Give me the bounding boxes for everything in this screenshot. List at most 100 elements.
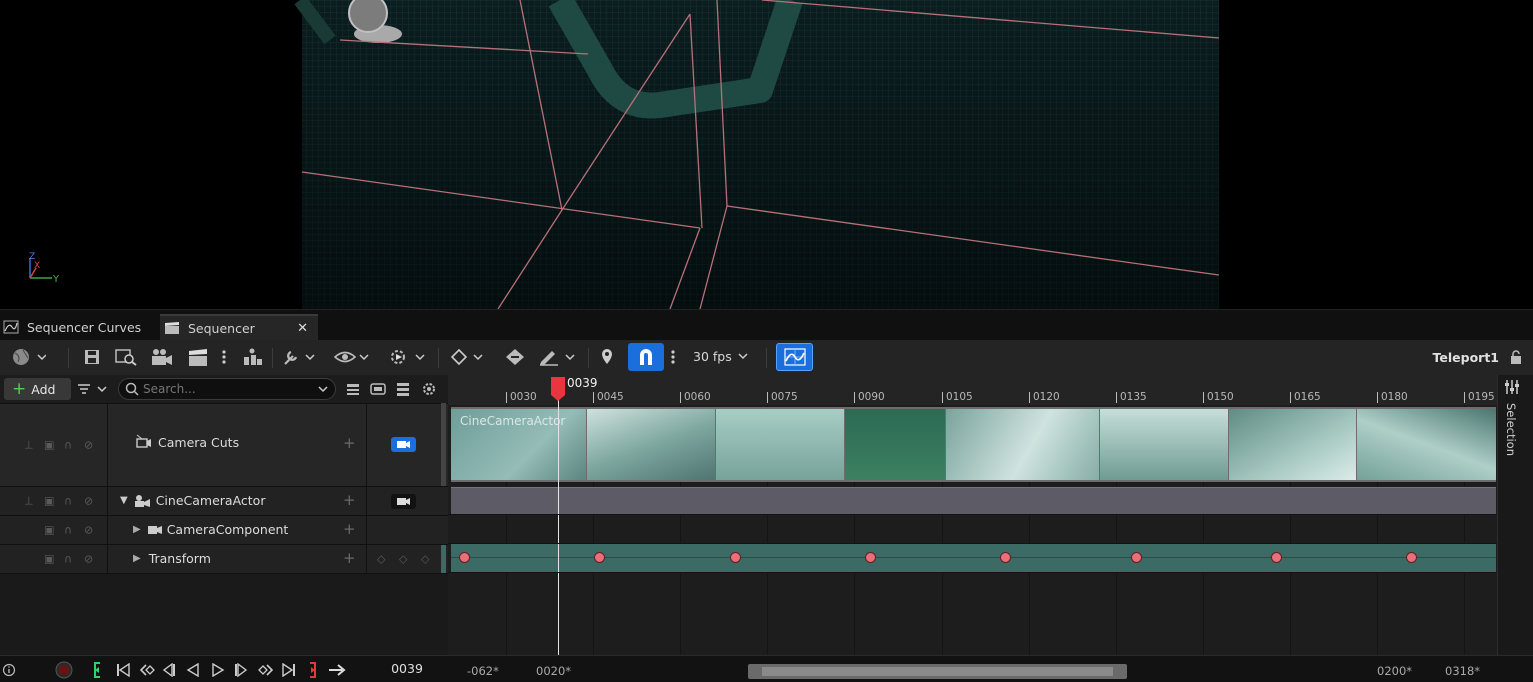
- group-button[interactable]: [368, 378, 388, 400]
- lock-icon[interactable]: ▣: [44, 524, 54, 537]
- filter-button[interactable]: [76, 378, 110, 400]
- headphones-icon[interactable]: ∩: [64, 553, 72, 566]
- time-ruler[interactable]: 0030 0045 0060 0075 0090 0105 0120 0135 0150 0165…: [448, 375, 1497, 405]
- level-viewport[interactable]: Z X Y: [0, 0, 1533, 309]
- lock-icon[interactable]: ▣: [44, 495, 54, 508]
- playback-range-start[interactable]: 0020*: [536, 664, 571, 678]
- search-input[interactable]: [143, 382, 313, 396]
- headphones-icon[interactable]: ∩: [64, 524, 72, 537]
- render-movie-button[interactable]: [149, 345, 175, 369]
- timeline-area[interactable]: 0030 0045 0060 0075 0090 0105 0120 0135 0150 0165…: [448, 375, 1497, 655]
- snapping-options-button[interactable]: [666, 345, 680, 369]
- add-key-button[interactable]: +: [343, 434, 356, 452]
- auto-key-button[interactable]: [502, 345, 528, 369]
- scrollbar-thumb[interactable]: [762, 667, 1113, 676]
- next-key-button[interactable]: [258, 660, 274, 680]
- keyframe[interactable]: [1271, 552, 1282, 563]
- loop-mode-button[interactable]: [328, 660, 348, 680]
- mute-icon[interactable]: ⊘: [84, 495, 93, 508]
- curve-editor-toggle[interactable]: [776, 343, 813, 371]
- save-button[interactable]: [81, 345, 103, 369]
- fps-dropdown-arrow[interactable]: [736, 345, 750, 369]
- timeline-scrollbar[interactable]: [748, 664, 1127, 679]
- play-reverse-button[interactable]: [186, 660, 202, 680]
- keyframe[interactable]: [1131, 552, 1142, 563]
- keyframe[interactable]: [459, 552, 470, 563]
- marker-button[interactable]: [598, 345, 616, 369]
- tab-sequencer[interactable]: Sequencer ✕: [160, 314, 318, 341]
- track-row-camera-cuts[interactable]: ⊥ ▣ ∩ ⊘ Camera Cuts +: [0, 403, 448, 486]
- jump-to-start-button[interactable]: [116, 660, 132, 680]
- lock-icon[interactable]: ▣: [44, 439, 54, 452]
- tab-sequencer-curves[interactable]: Sequencer Curves: [0, 314, 158, 341]
- track-row-cine-camera-actor[interactable]: ⊥ ▣ ∩ ⊘ ▼ CineCameraActor +: [0, 486, 448, 515]
- keyframe[interactable]: [1000, 552, 1011, 563]
- collapse-button[interactable]: [344, 378, 362, 400]
- current-frame-field[interactable]: 0039: [372, 661, 442, 676]
- track-row-camera-component[interactable]: ▣ ∩ ⊘ ▶ CameraComponent +: [0, 515, 448, 544]
- snapping-toggle[interactable]: [628, 343, 664, 371]
- view-range-end[interactable]: 0318*: [1445, 664, 1480, 678]
- key-interp-button[interactable]: [448, 345, 488, 369]
- pin-icon[interactable]: ⊥: [24, 439, 34, 452]
- sliders-button[interactable]: [1502, 377, 1522, 397]
- record-button[interactable]: [54, 660, 76, 680]
- fps-dropdown[interactable]: 30 fps: [693, 349, 732, 364]
- next-key-icon[interactable]: ◇: [421, 553, 429, 566]
- collapse-arrow-icon[interactable]: ▼: [120, 495, 128, 506]
- camera-lock-toggle[interactable]: [391, 437, 416, 452]
- add-key-button[interactable]: +: [343, 491, 356, 509]
- info-button[interactable]: [2, 660, 16, 680]
- add-key-button[interactable]: +: [343, 549, 356, 567]
- list-view-button[interactable]: [394, 378, 412, 400]
- add-track-button[interactable]: + Add: [4, 378, 71, 400]
- expand-arrow-icon[interactable]: ▶: [133, 524, 141, 535]
- expand-arrow-icon[interactable]: ▶: [133, 553, 141, 564]
- camera-cut-section[interactable]: CineCameraActor: [451, 407, 1496, 482]
- add-key-icon[interactable]: ◇: [399, 553, 407, 566]
- splitter-handle[interactable]: [441, 403, 446, 486]
- actor-track-bar[interactable]: [451, 487, 1496, 514]
- lock-button[interactable]: [1508, 345, 1524, 369]
- playhead-handle[interactable]: [551, 377, 565, 401]
- mute-icon[interactable]: ⊘: [84, 553, 93, 566]
- track-row-transform[interactable]: ▣ ∩ ⊘ ▶ Transform + ◇ ◇ ◇: [0, 544, 448, 573]
- pin-icon[interactable]: ⊥: [24, 495, 34, 508]
- headphones-icon[interactable]: ∩: [64, 495, 72, 508]
- more-options-button[interactable]: [218, 345, 230, 369]
- prev-key-button[interactable]: [139, 660, 155, 680]
- prev-key-icon[interactable]: ◇: [377, 553, 385, 566]
- search-field[interactable]: [118, 378, 336, 400]
- mute-icon[interactable]: ⊘: [84, 439, 93, 452]
- mute-icon[interactable]: ⊘: [84, 524, 93, 537]
- view-range-start[interactable]: -062*: [467, 664, 499, 678]
- ruler-tick-label: 0120: [1033, 391, 1060, 403]
- playback-range-end[interactable]: 0200*: [1377, 664, 1412, 678]
- next-frame-button[interactable]: [234, 660, 250, 680]
- add-key-button[interactable]: +: [343, 520, 356, 538]
- lock-icon[interactable]: ▣: [44, 553, 54, 566]
- edit-mode-button[interactable]: [538, 345, 578, 369]
- headphones-icon[interactable]: ∩: [64, 439, 72, 452]
- playback-options-button[interactable]: [388, 345, 428, 369]
- set-start-button[interactable]: [92, 660, 106, 680]
- keyframe[interactable]: [1406, 552, 1417, 563]
- world-menu-button[interactable]: [8, 345, 48, 369]
- actions-button[interactable]: [240, 345, 264, 369]
- play-button[interactable]: [211, 660, 227, 680]
- set-end-button[interactable]: [308, 660, 322, 680]
- cinematic-menu-button[interactable]: [186, 345, 210, 369]
- prev-frame-button[interactable]: [162, 660, 178, 680]
- keyframe[interactable]: [594, 552, 605, 563]
- settings-button[interactable]: [420, 378, 438, 400]
- jump-to-end-button[interactable]: [282, 660, 298, 680]
- transform-track[interactable]: [451, 544, 1496, 572]
- keyframe[interactable]: [865, 552, 876, 563]
- tools-menu-button[interactable]: [282, 345, 318, 369]
- keyframe[interactable]: [730, 552, 741, 563]
- close-icon[interactable]: ✕: [297, 321, 308, 336]
- camera-lock-toggle[interactable]: [391, 494, 416, 509]
- find-asset-button[interactable]: [114, 345, 138, 369]
- selection-tab[interactable]: Selection: [1504, 403, 1518, 456]
- view-options-button[interactable]: [334, 345, 372, 369]
